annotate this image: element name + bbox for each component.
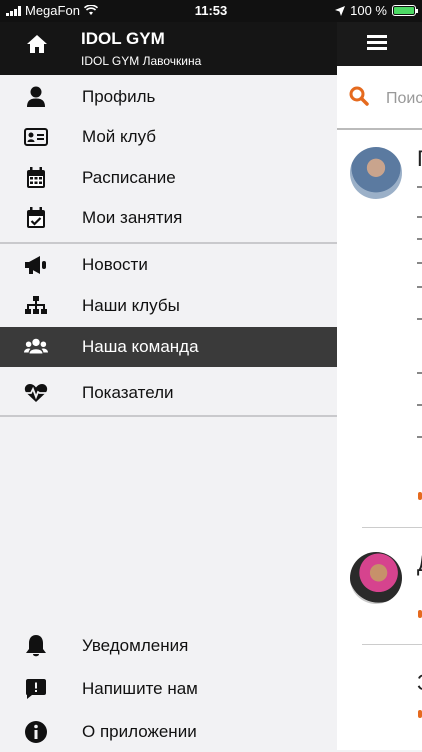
menu-item-label: Наши клубы [82,296,180,315]
trainer-avatar[interactable] [350,552,402,604]
menu-item-metrics[interactable]: Показатели [0,373,337,413]
search-placeholder: Поис [386,90,422,107]
divider [0,415,337,417]
bell-icon [24,634,48,658]
list-menu-icon[interactable] [367,35,387,53]
trainer-name-fragment: З [417,670,422,696]
chevron-icon[interactable] [418,492,422,500]
menu-item-our-clubs[interactable]: Наши клубы [0,286,337,326]
menu-item-label: Расписание [82,168,176,187]
menu-item-about[interactable]: О приложении [0,712,337,752]
battery-percent: 100 % [350,3,387,18]
divider [0,242,337,244]
text-fragment [417,238,422,240]
status-bar: MegaFon 11:53 100 % [0,0,422,22]
message-icon [24,677,48,701]
menu-item-label: О приложении [82,722,197,741]
sitemap-icon [24,294,48,318]
person-icon [24,85,48,109]
menu-item-write-us[interactable]: Напишите нам [0,669,337,709]
menu-item-my-classes[interactable]: Мои занятия [0,198,337,238]
text-fragment [417,216,422,218]
background-navbar [337,22,422,66]
trainer-avatar[interactable] [350,147,402,199]
text-fragment [417,262,422,264]
chevron-icon[interactable] [418,710,422,718]
menu-item-label: Напишите нам [82,679,198,698]
menu-item-label: Уведомления [82,636,189,655]
calendar-check-icon [24,206,48,230]
home-icon [27,35,47,53]
background-search-bar[interactable]: Поис [337,66,422,130]
side-drawer: IDOL GYM IDOL GYM Лавочкина Профиль Мой … [0,0,337,750]
menu-item-profile[interactable]: Профиль [0,77,337,117]
battery-icon [392,5,418,16]
divider [362,527,422,528]
menu-item-label: Мой клуб [82,127,157,146]
menu-item-label: Мои занятия [82,208,183,227]
id-card-icon [24,125,48,149]
background-screen: Поис Г Д З [337,0,422,750]
menu-item-label: Показатели [82,383,174,402]
search-icon [349,86,369,106]
megaphone-icon [24,253,48,277]
menu-item-our-team[interactable]: Наша команда [0,327,337,367]
text-fragment [417,404,422,406]
gym-subtitle: IDOL GYM Лавочкина [81,54,202,68]
location-icon [335,5,346,16]
chevron-icon[interactable] [418,610,422,618]
menu-item-news[interactable]: Новости [0,245,337,285]
text-fragment [417,372,422,374]
drawer-header[interactable]: IDOL GYM IDOL GYM Лавочкина [0,22,337,75]
menu-item-label: Новости [82,255,148,274]
users-icon [24,335,48,359]
text-fragment [417,286,422,288]
gym-title: IDOL GYM [81,29,165,48]
menu-item-label: Профиль [82,87,156,106]
divider [362,644,422,645]
menu-item-my-club[interactable]: Мой клуб [0,117,337,157]
menu-item-notifications[interactable]: Уведомления [0,626,337,666]
text-fragment [417,318,422,320]
menu-item-schedule[interactable]: Расписание [0,158,337,198]
trainer-name-fragment: Д [417,551,422,577]
text-fragment [417,436,422,438]
heart-pulse-icon [24,381,48,405]
text-fragment [417,186,422,188]
info-icon [24,720,48,744]
trainer-name-fragment: Г [417,146,422,172]
menu-item-label: Наша команда [82,337,199,356]
calendar-icon [24,166,48,190]
